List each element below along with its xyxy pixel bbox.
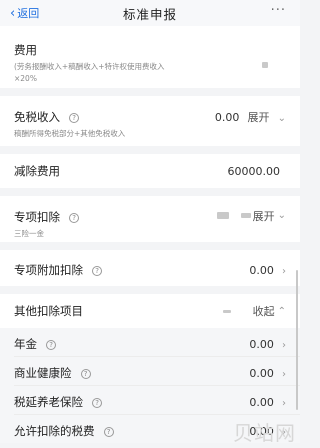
watermark-logo: 贝站网 <box>233 421 296 445</box>
special-deduction-sub: 三险一金 <box>14 229 44 238</box>
divider <box>0 286 300 294</box>
other-deductions-header[interactable]: 其他扣除项目 收起 ⌃ <box>0 294 300 328</box>
divider <box>0 242 300 250</box>
special-extra-label: 专项附加扣除 <box>14 262 83 277</box>
collapse-toggle[interactable]: 收起 <box>253 303 275 319</box>
back-label: 返回 <box>17 7 40 20</box>
tax-free-sub: 稿酬所得免税部分+其他免税收入 <box>14 129 126 138</box>
help-icon[interactable]: ? <box>69 113 80 123</box>
more-menu-icon[interactable]: ··· <box>271 3 286 18</box>
deduction-fee-value: 60000.00 <box>227 164 281 178</box>
deduction-fee-label: 减除费用 <box>14 164 60 178</box>
expense-formula-line1: (劳务报酬收入+稿酬收入+特许权使用费收入 <box>14 62 165 71</box>
item-value: 0.00 <box>249 366 274 380</box>
special-extra-value: 0.00 <box>249 263 274 277</box>
list-item[interactable]: 年金 ? 0.00 › <box>0 328 300 356</box>
special-deduction-label: 专项扣除 <box>14 210 60 224</box>
help-icon[interactable]: ? <box>92 397 103 408</box>
divider <box>0 146 300 154</box>
blurred-value <box>262 62 268 68</box>
chevron-right-icon: › <box>282 368 286 380</box>
blurred-value <box>216 212 229 219</box>
item-label: 允许扣除的税费 <box>14 423 95 438</box>
expand-toggle[interactable]: 展开 <box>248 111 270 124</box>
help-icon[interactable]: ? <box>69 213 80 223</box>
help-icon[interactable]: ? <box>80 368 91 379</box>
chevron-down-icon: ⌄ <box>277 113 286 124</box>
special-extra-deduction-row[interactable]: 专项附加扣除 ? 0.00 › <box>0 250 300 286</box>
special-deduction-row[interactable]: 专项扣除 ? 展开 ⌄ 三险一金 <box>0 196 300 242</box>
back-button[interactable]: ‹ 返回 <box>10 5 39 21</box>
tax-free-label: 免税收入 <box>14 110 60 124</box>
item-label: 年金 <box>14 336 37 351</box>
item-value: 0.00 <box>249 395 274 409</box>
item-label: 税延养老保险 <box>14 394 83 409</box>
tax-free-income-row[interactable]: 免税收入 ? 0.00 展开 ⌄ 稿酬所得免税部分+其他免税收入 <box>0 96 300 146</box>
help-icon[interactable]: ? <box>92 265 103 276</box>
nav-bar: ‹ 返回 标准申报 ··· <box>0 0 300 26</box>
item-value: 0.00 <box>249 337 274 351</box>
help-icon[interactable]: ? <box>46 339 57 350</box>
blurred-value <box>240 213 251 218</box>
divider <box>0 188 300 196</box>
list-item[interactable]: 商业健康险 ? 0.00 › <box>0 357 300 385</box>
chevron-up-icon: ⌃ <box>277 305 286 317</box>
expense-formula-line2: ×20% <box>14 74 37 83</box>
scrollbar[interactable] <box>296 270 298 410</box>
expense-section: 费用 (劳务报酬收入+稿酬收入+特许权使用费收入 ×20% <box>0 26 300 88</box>
help-icon[interactable]: ? <box>103 426 114 437</box>
expand-toggle[interactable]: 展开 <box>253 208 275 224</box>
other-deductions-label: 其他扣除项目 <box>14 304 83 318</box>
chevron-right-icon: › <box>282 397 286 409</box>
chevron-left-icon: ‹ <box>10 5 16 21</box>
page-title: 标准申报 <box>122 6 177 22</box>
blurred-value <box>222 309 231 313</box>
chevron-right-icon: › <box>282 339 286 351</box>
list-item[interactable]: 税延养老保险 ? 0.00 › <box>0 386 300 414</box>
tax-free-value: 0.00 <box>214 111 240 124</box>
chevron-right-icon: › <box>282 265 286 277</box>
expense-label: 费用 <box>14 43 37 57</box>
divider <box>0 88 300 96</box>
chevron-down-icon: ⌄ <box>277 210 286 221</box>
deduction-fee-row: 减除费用 60000.00 <box>0 154 300 188</box>
item-label: 商业健康险 <box>14 365 72 380</box>
